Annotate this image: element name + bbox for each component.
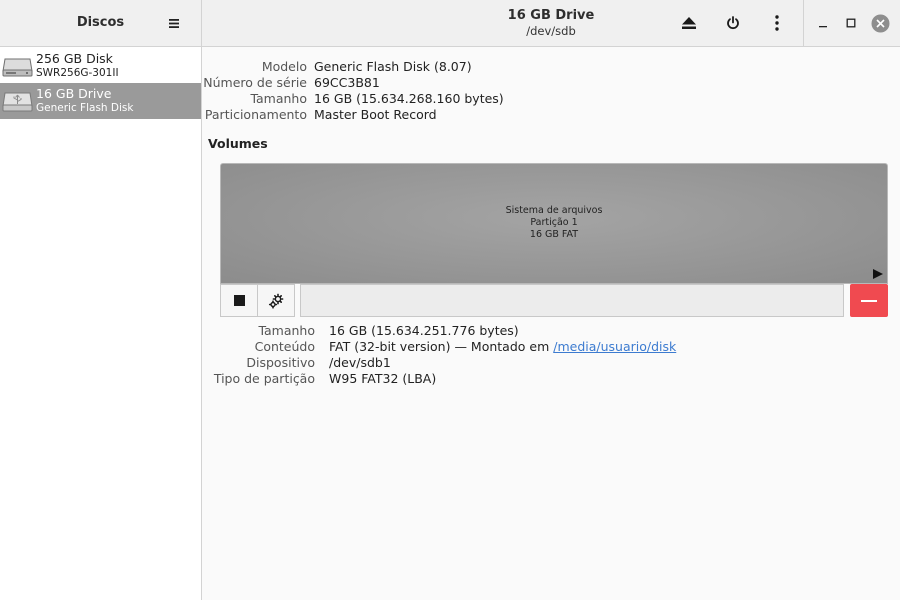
partition-1-block[interactable]: Sistema de arquivos Partição 1 16 GB FAT [220, 163, 888, 284]
main-header: 16 GB Drive /dev/sdb [202, 0, 900, 46]
usb-drive-icon [2, 92, 33, 112]
partition-line-3: 16 GB FAT [529, 229, 579, 240]
eject-icon [682, 17, 696, 29]
volume-size-value: 16 GB (15.634.251.776 bytes) [329, 323, 519, 338]
maximize-icon [846, 18, 856, 28]
hamburger-menu-button[interactable] [163, 12, 185, 34]
delete-partition-button[interactable] [850, 284, 888, 317]
disk-item-256gb[interactable]: 256 GB Disk SWR256G-301II [0, 48, 201, 84]
content-text: FAT (32-bit version) — Montado em [329, 339, 554, 354]
volume-type-value: W95 FAT32 (LBA) [329, 371, 437, 386]
serial-label: Número de série [203, 75, 307, 90]
partition-line-1: Sistema de arquivos [505, 205, 603, 216]
partition-label: Sistema de arquivos Partição 1 16 GB FAT [221, 205, 887, 241]
gears-icon [268, 293, 284, 309]
window-title: 16 GB Drive /dev/sdb [202, 8, 900, 38]
unmount-button[interactable] [220, 284, 258, 317]
drive-title: 16 GB Drive [507, 8, 595, 23]
header-bar: Discos 16 GB Drive /dev/sdb [0, 0, 900, 47]
model-value: Generic Flash Disk (8.07) [314, 59, 472, 74]
partitioning-value: Master Boot Record [314, 107, 437, 122]
close-button[interactable] [868, 11, 892, 35]
maximize-button[interactable] [839, 11, 863, 35]
minimize-button[interactable] [811, 11, 835, 35]
hamburger-icon [169, 18, 179, 28]
disk-item-16gb[interactable]: 16 GB Drive Generic Flash Disk [0, 83, 201, 119]
mounted-indicator-icon [873, 269, 883, 279]
power-off-button[interactable] [721, 11, 745, 35]
stop-icon [233, 295, 245, 306]
minimize-icon [819, 26, 827, 28]
close-icon [871, 14, 889, 32]
disk-model: Generic Flash Disk [36, 102, 134, 114]
mount-point-link[interactable]: /media/usuario/disk [553, 339, 676, 354]
volume-device-value: /dev/sdb1 [329, 355, 391, 370]
drive-device-path: /dev/sdb [526, 24, 576, 38]
model-label: Modelo [261, 59, 307, 74]
volume-toolbar [220, 284, 888, 317]
volume-type-label: Tipo de partição [213, 371, 315, 386]
disk-model: SWR256G-301II [36, 67, 119, 79]
serial-value: 69CC3B81 [314, 75, 380, 90]
eject-button[interactable] [677, 11, 701, 35]
header-separator [803, 0, 804, 46]
power-icon [727, 16, 739, 30]
sidebar-header: Discos [0, 0, 202, 46]
volume-content-label: Conteúdo [254, 339, 315, 354]
partitioning-label: Particionamento [204, 107, 307, 122]
volume-size-label: Tamanho [258, 323, 315, 338]
disk-name: 16 GB Drive [36, 86, 112, 101]
volume-content-value: FAT (32-bit version) — Montado em /media… [329, 339, 676, 355]
disk-name: 256 GB Disk [36, 51, 113, 66]
volume-device-label: Dispositivo [246, 355, 315, 370]
partition-line-2: Partição 1 [530, 217, 578, 228]
drive-details: Modelo Generic Flash Disk (8.07) Número … [202, 47, 900, 600]
size-value: 16 GB (15.634.268.160 bytes) [314, 91, 504, 106]
disk-list: 256 GB Disk SWR256G-301II 16 GB Drive Ge… [0, 47, 202, 600]
volumes-heading: Volumes [208, 136, 268, 151]
toolbar-spacer [300, 284, 844, 317]
minus-icon [861, 299, 877, 302]
partition-settings-button[interactable] [257, 284, 295, 317]
drive-menu-button[interactable] [765, 11, 789, 35]
size-label: Tamanho [250, 91, 307, 106]
hard-disk-icon [2, 58, 33, 77]
kebab-menu-icon [775, 15, 779, 31]
